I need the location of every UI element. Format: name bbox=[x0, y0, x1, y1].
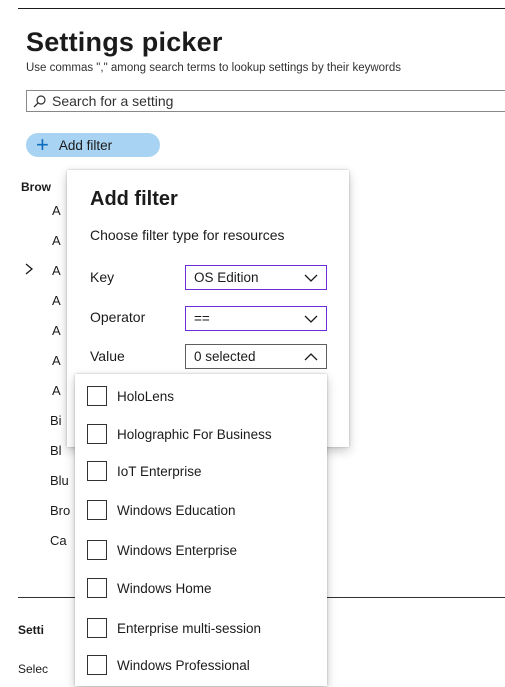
value-options-list: HoloLens Holographic For Business IoT En… bbox=[75, 374, 327, 686]
selected-text: Selec bbox=[18, 662, 49, 676]
option-windows-enterprise[interactable]: Windows Enterprise bbox=[87, 539, 237, 561]
option-holographic-for-business[interactable]: Holographic For Business bbox=[87, 423, 272, 445]
checkbox[interactable] bbox=[87, 424, 107, 444]
checkbox[interactable] bbox=[87, 540, 107, 560]
browse-row[interactable]: A bbox=[52, 353, 61, 368]
chevron-down-icon bbox=[304, 274, 318, 282]
browse-heading: Brow bbox=[21, 180, 51, 194]
checkbox[interactable] bbox=[87, 655, 107, 675]
browse-row[interactable]: A bbox=[52, 233, 61, 248]
option-holo-lens[interactable]: HoloLens bbox=[87, 385, 174, 407]
popup-title: Add filter bbox=[90, 188, 178, 210]
option-label: Windows Enterprise bbox=[117, 542, 238, 558]
browse-row[interactable]: A bbox=[52, 323, 61, 338]
chevron-up-icon bbox=[304, 353, 318, 361]
browse-row[interactable]: Bi bbox=[50, 413, 62, 428]
browse-row[interactable]: Bro bbox=[50, 503, 70, 518]
key-dropdown-value: OS Edition bbox=[194, 270, 259, 285]
settings-heading: Setti bbox=[18, 623, 45, 637]
operator-dropdown[interactable]: == bbox=[185, 306, 327, 331]
checkbox[interactable] bbox=[87, 578, 107, 598]
option-label: Windows Professional bbox=[117, 657, 250, 673]
option-iot-enterprise[interactable]: IoT Enterprise bbox=[87, 460, 202, 482]
value-dropdown-value: 0 selected bbox=[194, 349, 256, 364]
browse-row[interactable]: A bbox=[52, 293, 61, 308]
browse-row[interactable]: A bbox=[52, 263, 61, 278]
top-divider bbox=[18, 8, 505, 9]
checkbox[interactable] bbox=[87, 461, 107, 481]
search-icon bbox=[33, 94, 46, 107]
search-input[interactable]: Search for a setting bbox=[26, 90, 505, 112]
option-label: Holographic For Business bbox=[117, 426, 272, 442]
add-filter-button[interactable]: + Add filter bbox=[26, 133, 160, 157]
option-label: Enterprise multi-session bbox=[117, 620, 262, 636]
operator-label: Operator bbox=[90, 309, 146, 325]
chevron-down-icon bbox=[304, 315, 318, 323]
add-filter-label: Add filter bbox=[58, 137, 113, 153]
browse-row[interactable]: A bbox=[52, 383, 61, 398]
option-label: HoloLens bbox=[117, 388, 175, 404]
option-label: Windows Education bbox=[117, 502, 236, 518]
page-subtitle: Use commas "," among search terms to loo… bbox=[26, 62, 402, 74]
option-label: Windows Home bbox=[117, 580, 212, 596]
plus-icon: + bbox=[36, 132, 49, 157]
option-windows-education[interactable]: Windows Education bbox=[87, 499, 236, 521]
value-label: Value bbox=[90, 348, 125, 364]
popup-description: Choose filter type for resources bbox=[90, 227, 285, 243]
option-windows-home[interactable]: Windows Home bbox=[87, 577, 212, 599]
operator-dropdown-value: == bbox=[194, 311, 210, 326]
option-windows-professional[interactable]: Windows Professional bbox=[87, 654, 250, 676]
search-placeholder: Search for a setting bbox=[52, 93, 174, 109]
key-label: Key bbox=[90, 269, 115, 285]
key-dropdown[interactable]: OS Edition bbox=[185, 265, 327, 290]
browse-row[interactable]: Blu bbox=[50, 473, 69, 488]
checkbox[interactable] bbox=[87, 386, 107, 406]
page-title: Settings picker bbox=[26, 27, 223, 57]
browse-row[interactable]: Bl bbox=[50, 443, 62, 458]
browse-row[interactable]: Ca bbox=[50, 533, 67, 548]
chevron-right-icon[interactable] bbox=[23, 262, 35, 276]
option-enterprise-multi-session[interactable]: Enterprise multi-session bbox=[87, 617, 261, 639]
browse-row[interactable]: A bbox=[52, 203, 61, 218]
checkbox[interactable] bbox=[87, 500, 107, 520]
value-dropdown[interactable]: 0 selected bbox=[185, 344, 327, 369]
option-label: IoT Enterprise bbox=[117, 463, 202, 479]
checkbox[interactable] bbox=[87, 618, 107, 638]
